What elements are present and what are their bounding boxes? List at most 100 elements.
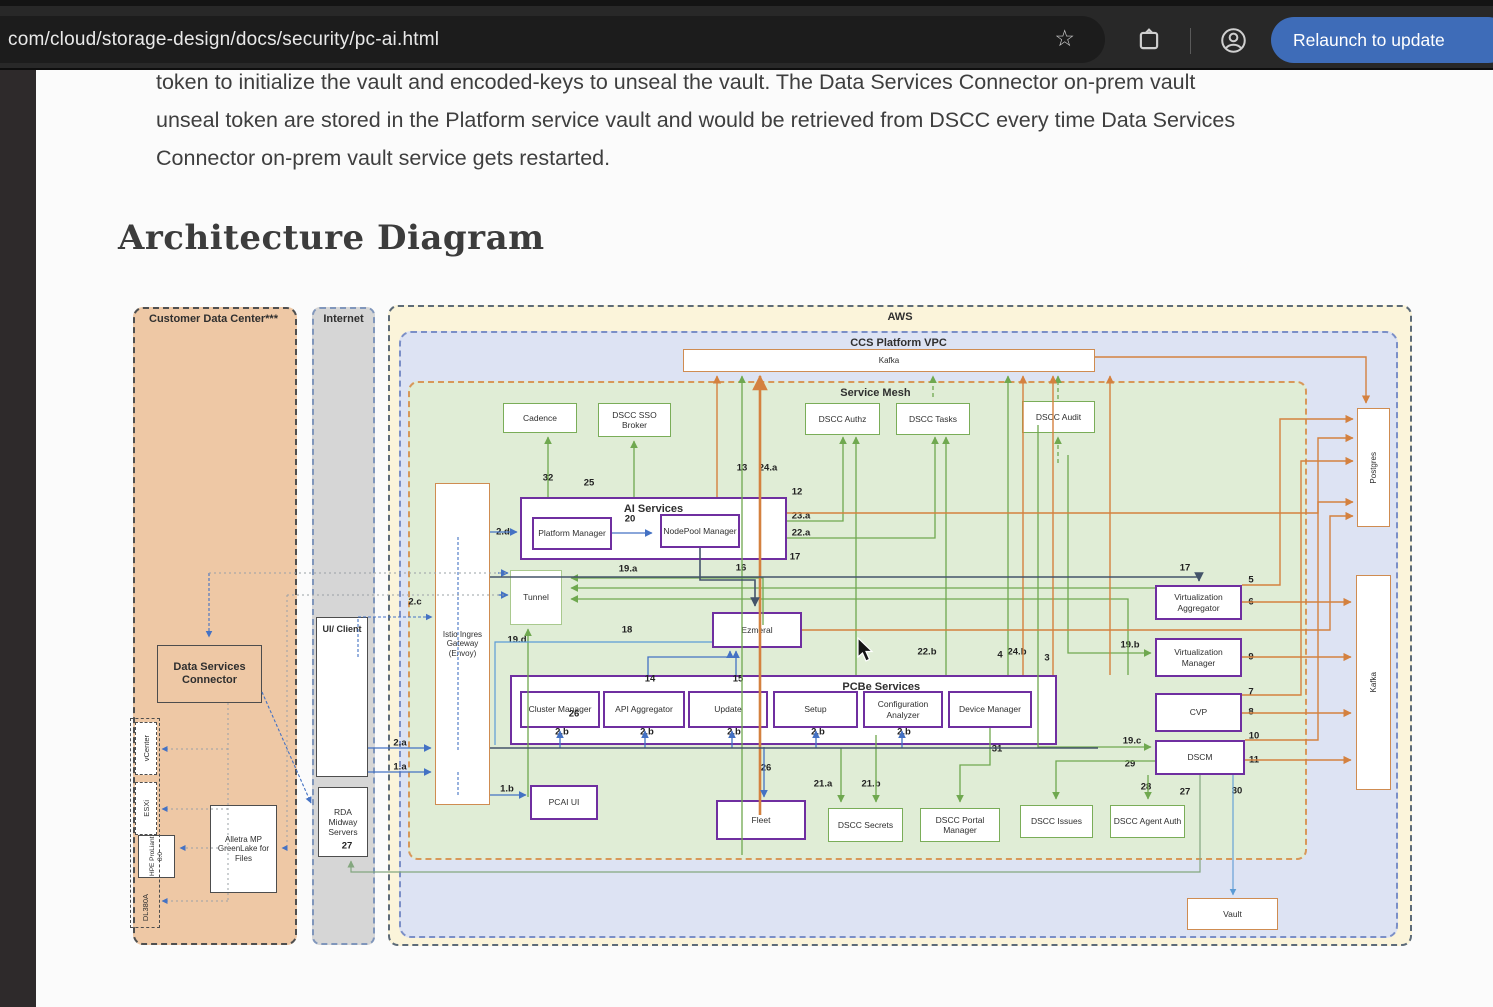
edge-label-4: 4 [997,650,1002,661]
node-label: CVP [1190,707,1207,717]
profile-icon[interactable] [1220,27,1247,54]
edge-label-21.b: 21.b [861,779,880,790]
relaunch-to-update-button[interactable]: Relaunch to update [1271,17,1493,63]
edge-label-24.b: 24.b [1007,647,1026,658]
edge-label-26: 26 [761,763,772,774]
edge-label-11: 11 [1249,755,1259,766]
node-label: DSCC Secrets [838,820,893,830]
node-nodepool-manager: NodePool Manager [660,514,740,548]
edge-label-15: 15 [733,674,744,685]
node-virtualization-aggregator: Virtualization Aggregator [1155,585,1242,620]
edge-label-20: 20 [625,514,636,525]
node-label: DSCC Authz [819,414,867,424]
node-label: Tunnel [523,592,549,602]
edge-label-21.a: 21.a [814,779,833,790]
node-label: Data Services Connector [158,661,261,687]
edge-label-2.b: 2.b [727,727,741,738]
edge-label-1.a: 1.a [393,762,406,773]
window-left-strip [0,70,36,1007]
node-label: Alletra MP GreenLake for Files [211,835,276,864]
edge-label-32: 32 [543,473,554,484]
node-label: Kafka [879,356,899,366]
edge-label-9: 9 [1248,652,1253,663]
node-pcai-ui: PCAI UI [530,785,598,820]
node-dl380a: DL380A [130,718,160,928]
node-label: Internet [323,313,363,326]
edge-label-23.a: 23.a [792,511,811,522]
node-label: DL380A [141,894,150,921]
edge-label-7: 7 [1248,687,1253,698]
node-label: Virtualization Manager [1157,647,1240,667]
edge-label-25: 25 [584,478,595,489]
node-label: DSCC Tasks [909,414,957,424]
node-dscc-issues: DSCC Issues [1020,805,1093,838]
edge-label-2.d: 2.d [496,527,510,538]
node-label: Update [714,704,741,714]
edge-label-30: 30 [1232,786,1243,797]
node-label: Ezmeral [741,625,772,635]
node-label: PCAI UI [549,797,580,807]
node-label: Cadence [523,413,557,423]
node-label: DSCC Portal Manager [921,815,999,835]
node-label: NodePool Manager [663,526,736,536]
edge-label-29: 29 [1125,759,1136,770]
paragraph-line: Connector on-prem vault service gets res… [156,146,610,171]
edge-label-17: 17 [1180,563,1191,574]
edge-label-2.b: 2.b [555,727,569,738]
node-label: UI/ Client [322,624,361,635]
page-title: Architecture Diagram [118,218,545,258]
edge-label-19.a: 19.a [619,564,638,575]
edge-label-3: 3 [1044,653,1049,664]
node-label: DSCC Agent Auth [1114,816,1182,826]
url-text[interactable]: com/cloud/storage-design/docs/security/p… [8,29,439,51]
node-ui-client: UI/ Client [316,617,368,777]
edge-label-8: 8 [1248,707,1253,718]
node-label: Cluster Manager [529,704,592,714]
edge-label-6: 6 [1248,597,1253,608]
edge-label-1.b: 1.b [500,784,514,795]
node-vault: Vault [1187,898,1278,930]
node-label: Fleet [752,815,771,825]
edge-label-26: 26 [569,709,580,720]
edge-label-18: 18 [622,625,633,636]
node-label: API Aggregator [615,704,673,714]
edge-label-22.a: 22.a [792,528,811,539]
edge-label-28: 28 [1141,782,1152,793]
node-dscc-audit: DSCC Audit [1022,401,1095,433]
edge-label-27: 27 [1180,787,1191,798]
node-label: Customer Data Center*** [149,313,278,326]
browser-toolbar: com/cloud/storage-design/docs/security/p… [0,6,1493,68]
node-dscc-agent-auth: DSCC Agent Auth [1110,805,1185,838]
node-label: AWS [887,311,912,324]
edge-label-14: 14 [645,674,656,685]
address-bar[interactable]: com/cloud/storage-design/docs/security/p… [0,16,1105,63]
node-label: Device Manager [959,704,1021,714]
node-dscc-authz: DSCC Authz [805,403,880,435]
paragraph-line: token to initialize the vault and encode… [156,70,1195,95]
node-cluster-manager: Cluster Manager [520,691,600,728]
node-configuration-analyzer: Configuration Analyzer [863,691,943,728]
node-dscc-tasks: DSCC Tasks [896,403,970,435]
edge-label-24.a: 24.a [759,463,778,474]
edge-label-22.b: 22.b [917,647,936,658]
node-cvp: CVP [1155,693,1242,732]
bookmark-star-icon[interactable]: ☆ [1054,25,1075,52]
edge-label-31: 31 [992,744,1003,755]
node-update: Update [688,691,768,728]
edge-label-2.c: 2.c [408,597,421,608]
toolbar-separator [1190,28,1191,54]
node-platform-manager: Platform Manager [532,517,612,550]
edge-label-2.a: 2.a [393,738,406,749]
node-label: Kafka [1369,672,1379,692]
node-dscc-secrets: DSCC Secrets [828,808,903,842]
node-dscm: DSCM [1155,740,1245,775]
extensions-icon[interactable] [1136,27,1162,53]
node-label: Platform Manager [538,528,606,538]
node-tunnel: Tunnel [510,570,562,625]
architecture-diagram: Customer Data Center***InternetAWSCCS Pl… [118,295,1413,955]
node-fleet: Fleet [716,800,806,840]
node-data-services-connector: Data Services Connector [157,645,262,703]
edge-label-19.c: 19.c [1123,736,1142,747]
node-label: Postgres [1369,452,1379,484]
edge-label-17: 17 [790,552,801,563]
